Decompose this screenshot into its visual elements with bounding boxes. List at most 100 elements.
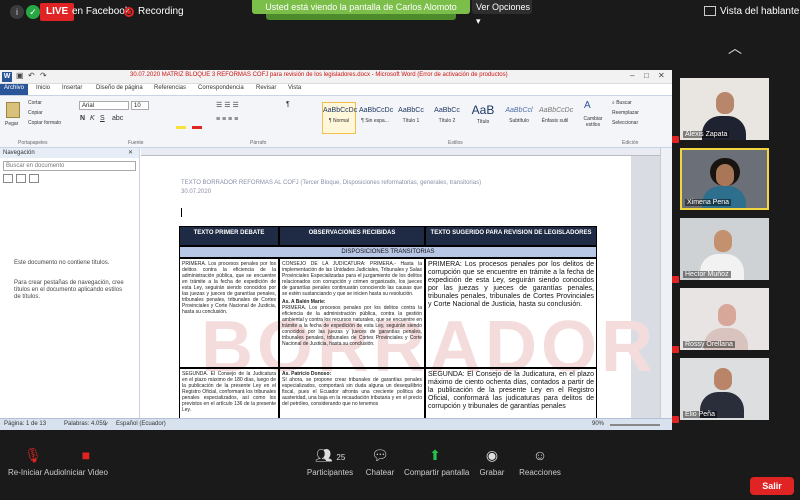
cut-button[interactable]: Cortar	[28, 100, 42, 106]
style-sample: AaBbCcDc	[359, 107, 394, 114]
tab-archivo[interactable]: Archivo	[0, 84, 29, 95]
tab-insertar[interactable]: Insertar	[62, 85, 82, 91]
pages-view-icon[interactable]	[16, 174, 26, 183]
chat-label: Chatear	[365, 468, 395, 477]
font-color-icon[interactable]	[192, 126, 202, 129]
change-styles-icon[interactable]: A	[584, 100, 591, 111]
close-icon[interactable]: ✕	[128, 149, 133, 156]
status-page[interactable]: Página: 1 de 13	[4, 421, 46, 427]
style-titulo[interactable]: AaB Título	[466, 102, 500, 134]
participant-tile[interactable]: Alexis Zapata	[680, 78, 769, 140]
participant-face	[714, 368, 732, 390]
font-name-select[interactable]: Arial	[79, 101, 129, 110]
participant-name: Hector Muñoz	[683, 271, 731, 278]
zoom-slider[interactable]	[610, 424, 660, 426]
record-button[interactable]: ◉ Grabar	[476, 446, 508, 477]
mic-off-icon: 🎙︎	[24, 447, 42, 463]
participant-tile[interactable]: Elio Peña	[680, 358, 769, 420]
close-icon[interactable]: ✕	[658, 71, 665, 80]
italic-icon[interactable]: K	[90, 115, 95, 122]
copy-button[interactable]: Copiar	[28, 110, 43, 116]
tab-vista[interactable]: Vista	[288, 85, 301, 91]
video-button[interactable]: ■ Iniciar Video	[64, 446, 108, 477]
participants-button[interactable]: 👥︎ 25 Participantes	[304, 446, 356, 477]
tab-diseno[interactable]: Diseño de página	[96, 85, 143, 91]
participant-tile[interactable]: Rossy Orellana	[680, 288, 769, 350]
participant-name: Elio Peña	[683, 411, 717, 418]
redo-icon[interactable]: ↷	[40, 71, 47, 80]
participants-count: 25	[336, 453, 346, 462]
participant-name: Ximena Pena	[685, 199, 732, 206]
observation-text: PRIMERA. Los procesos penales por los de…	[282, 305, 422, 347]
style-titulo-1[interactable]: AaBbCc Título 1	[394, 102, 428, 134]
style-subtitulo[interactable]: AaBbCcl Subtítulo	[502, 102, 536, 134]
style-normal[interactable]: AaBbCcDc ¶ Normal	[322, 102, 357, 134]
share-screen-icon: ⬆	[429, 447, 441, 463]
find-label: Buscar	[616, 100, 632, 106]
tab-correspondencia[interactable]: Correspondencia	[198, 85, 244, 91]
cell-r1-observaciones: CONSEJO DE LA JUDICATURA: PRIMERA.- Hast…	[279, 258, 425, 368]
select-button[interactable]: Seleccionar	[612, 120, 638, 126]
participant-tile-active[interactable]: Ximena Pena	[680, 148, 769, 210]
strikethrough-icon[interactable]: abc	[112, 115, 123, 122]
word-status-bar: Página: 1 de 13 Palabras: 4.059 ✓ Españo…	[0, 418, 672, 430]
view-options-button[interactable]: Ver Opciones ▾	[472, 0, 532, 26]
status-language[interactable]: Español (Ecuador)	[116, 421, 166, 427]
share-screen-label: Compartir pantalla	[404, 468, 470, 477]
paste-label[interactable]: Pegar	[5, 121, 18, 127]
tab-revisar[interactable]: Revisar	[256, 85, 276, 91]
font-size-select[interactable]: 10	[131, 101, 149, 110]
participant-tile[interactable]: Hector Muñoz	[680, 218, 769, 280]
speaker-view-button[interactable]: Vista del hablante	[720, 6, 799, 17]
status-zoom[interactable]: 90%	[592, 421, 604, 427]
status-words[interactable]: Palabras: 4.059	[64, 421, 106, 427]
tab-inicio[interactable]: Inicio	[36, 85, 50, 91]
highlight-color-icon[interactable]	[176, 126, 186, 129]
tab-referencias[interactable]: Referencias	[154, 85, 186, 91]
spellcheck-icon[interactable]: ✓	[104, 421, 109, 428]
group-styles-label: Estilos	[448, 140, 463, 146]
bullets-icon[interactable]: ☰ ☰ ☰	[216, 101, 239, 109]
paste-icon[interactable]	[6, 102, 20, 118]
paragraph-mark-icon[interactable]: ¶	[286, 101, 290, 108]
undo-icon[interactable]: ↶	[28, 71, 35, 80]
document-area[interactable]: BORRADOR TEXTO BORRADOR REFORMAS AL COFJ…	[141, 148, 672, 418]
live-badge[interactable]: LIVE	[40, 3, 75, 21]
underline-icon[interactable]: S	[100, 115, 105, 122]
results-view-icon[interactable]	[29, 174, 39, 183]
style-sample: AaBbCcl	[505, 107, 533, 114]
shield-icon[interactable]: ✓	[26, 5, 40, 19]
format-painter-button[interactable]: Copiar formato	[28, 120, 61, 126]
share-screen-button[interactable]: ⬆ Compartir pantalla	[404, 446, 470, 477]
observation-cj: CONSEJO DE LA JUDICATURA: PRIMERA.- Hast…	[282, 261, 422, 297]
word-app-icon[interactable]: W	[2, 72, 12, 82]
find-button[interactable]: ⌕ Buscar	[612, 100, 632, 106]
exit-button[interactable]: Salir	[750, 477, 794, 495]
align-icon[interactable]: ≡ ≡ ≡ ≡	[216, 116, 238, 123]
nav-message-no-headings: Este documento no contiene títulos.	[14, 260, 110, 266]
reactions-button[interactable]: ☺ Reacciones	[518, 446, 562, 477]
view-options-label: Ver Opciones	[476, 2, 531, 12]
observation-text: Sí ahora, se propone crear tribunales de…	[282, 377, 422, 407]
info-icon[interactable]: i	[10, 5, 24, 19]
nav-search-input[interactable]: Buscar en documento	[3, 161, 136, 171]
bold-icon[interactable]: N	[80, 115, 85, 122]
chat-button[interactable]: 💬︎ Chatear	[362, 446, 398, 477]
replace-button[interactable]: Reemplazar	[612, 110, 639, 116]
vertical-scrollbar[interactable]	[660, 148, 672, 418]
reactions-label: Reacciones	[519, 468, 561, 477]
zoom-window: i ✓ LIVE en Facebook Recording Usted est…	[0, 0, 800, 500]
participant-face	[714, 230, 732, 252]
save-icon[interactable]: ▣	[16, 71, 24, 80]
headings-view-icon[interactable]	[3, 174, 13, 183]
change-styles-button[interactable]: Cambiar estilos	[580, 116, 606, 128]
maximize-icon[interactable]: □	[644, 71, 649, 80]
minimize-icon[interactable]: –	[630, 71, 634, 80]
chevron-up-icon[interactable]: ︿	[728, 38, 742, 58]
audio-button[interactable]: 🎙︎ Re-Iniciar Audio	[8, 446, 64, 477]
document-page[interactable]: BORRADOR TEXTO BORRADOR REFORMAS AL COFJ…	[141, 156, 653, 418]
style-sin-espaciado[interactable]: AaBbCcDc ¶ Sin espa...	[358, 102, 394, 134]
zoom-bottom-toolbar: 🎙︎ Re-Iniciar Audio ■ Iniciar Video 👥︎ 2…	[0, 440, 800, 500]
style-titulo-2[interactable]: AaBbCc Título 2	[430, 102, 464, 134]
style-enfasis-sutil[interactable]: AaBbCcDc Énfasis sutil	[538, 102, 573, 134]
